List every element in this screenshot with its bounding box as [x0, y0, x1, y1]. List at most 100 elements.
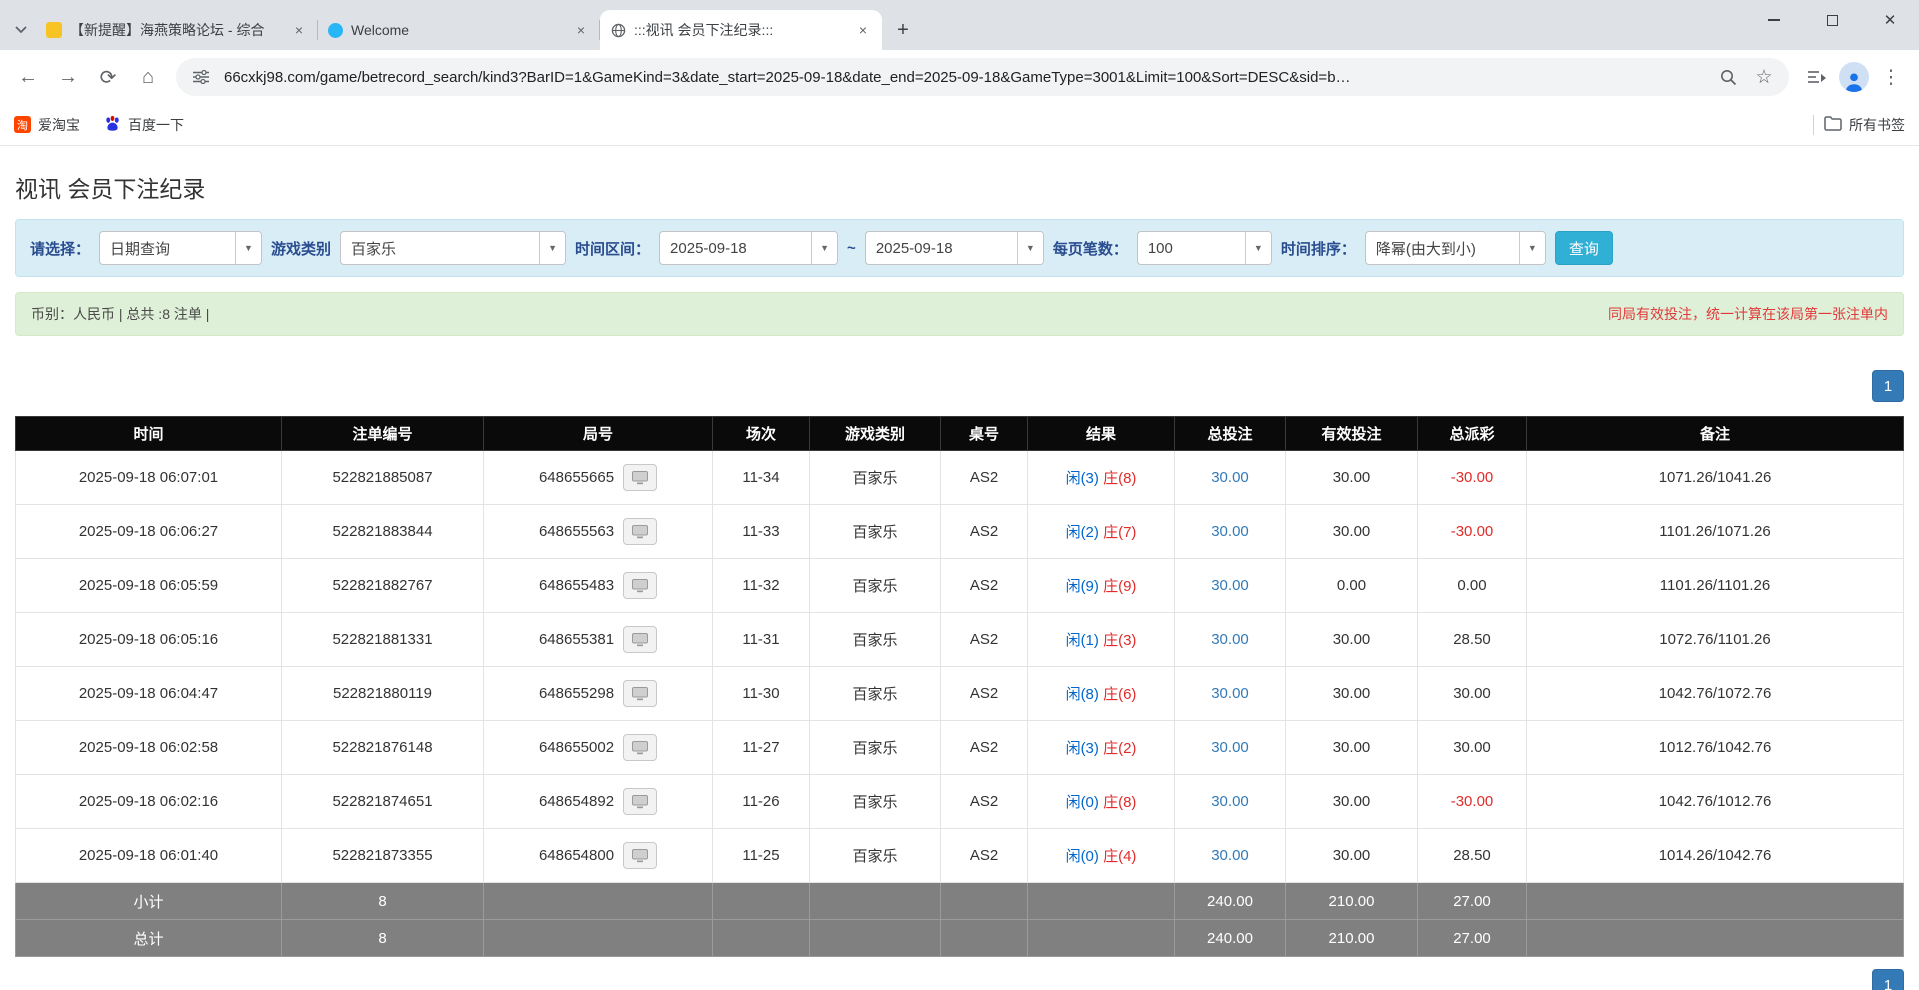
cell-result: 闲(0) 庄(4)	[1028, 829, 1175, 883]
query-type-select[interactable]: 日期查询 ▼	[99, 231, 262, 265]
sort-select[interactable]: 降幂(由大到小) ▼	[1365, 231, 1546, 265]
new-tab-button[interactable]: +	[888, 15, 918, 45]
cell-bet-id: 522821876148	[282, 721, 484, 775]
round-replay-button[interactable]	[623, 518, 657, 545]
cell-round: 648655483	[484, 559, 713, 613]
cell-bet-id: 522821880119	[282, 667, 484, 721]
browser-toolbar: ← → ⟳ ⌂ 66cxkj98.com/game/betrecord_sear…	[0, 50, 1919, 104]
home-button[interactable]: ⌂	[130, 59, 166, 95]
forward-button[interactable]: →	[50, 59, 86, 95]
total-bet-link[interactable]: 30.00	[1211, 631, 1249, 648]
total-bet-link[interactable]: 30.00	[1211, 577, 1249, 594]
cell-valid-bet: 30.00	[1286, 613, 1418, 667]
tab-title: Welcome	[351, 22, 564, 38]
round-replay-button[interactable]	[623, 464, 657, 491]
cell-valid-bet: 30.00	[1286, 829, 1418, 883]
result-player: 闲(1)	[1066, 632, 1099, 649]
browser-menu-button[interactable]: ⋮	[1873, 59, 1909, 95]
round-replay-button[interactable]	[623, 788, 657, 815]
cell-valid-bet: 30.00	[1286, 667, 1418, 721]
cell-round: 648655665	[484, 451, 713, 505]
search-button[interactable]: 查询	[1555, 231, 1613, 265]
tab-close-icon[interactable]: ×	[290, 21, 308, 39]
bet-row: 2025-09-18 06:06:27522821883844648655563…	[16, 505, 1904, 559]
cell-valid-bet: 30.00	[1286, 505, 1418, 559]
column-header-8: 有效投注	[1286, 417, 1418, 451]
round-number: 648655563	[539, 523, 614, 540]
cell-valid-bet: 0.00	[1286, 559, 1418, 613]
cell-bet-id: 522821874651	[282, 775, 484, 829]
per-page-select[interactable]: 100 ▼	[1137, 231, 1272, 265]
total-bet-link[interactable]: 30.00	[1211, 739, 1249, 756]
close-button[interactable]: ✕	[1861, 0, 1919, 40]
total-bet-link[interactable]: 30.00	[1211, 793, 1249, 810]
site-settings-icon[interactable]	[188, 64, 214, 90]
round-replay-button[interactable]	[623, 572, 657, 599]
payout-value: 0.00	[1457, 577, 1486, 594]
cell-total-bet: 30.00	[1175, 613, 1286, 667]
cell-total-bet: 30.00	[1175, 775, 1286, 829]
round-replay-button[interactable]	[623, 734, 657, 761]
cell-time: 2025-09-18 06:01:40	[16, 829, 282, 883]
tab-search-button[interactable]	[6, 10, 36, 50]
tab-close-icon[interactable]: ×	[854, 21, 872, 39]
refresh-button[interactable]: ⟳	[90, 59, 126, 95]
round-number: 648654800	[539, 847, 614, 864]
total-label: 总计	[16, 920, 282, 957]
cell-bet-id: 522821881331	[282, 613, 484, 667]
cell-note: 1072.76/1101.26	[1527, 613, 1904, 667]
zoom-icon[interactable]	[1715, 64, 1741, 90]
payout-value: 28.50	[1453, 847, 1491, 864]
video-icon	[632, 741, 648, 755]
total-row: 总计 8 240.00 210.00 27.00	[16, 920, 1904, 957]
date-start-picker[interactable]: 2025-09-18 ▼	[659, 231, 838, 265]
forum-favicon-icon	[46, 22, 62, 38]
cell-result: 闲(3) 庄(8)	[1028, 451, 1175, 505]
globe-icon	[610, 22, 626, 38]
page-1-button[interactable]: 1	[1872, 969, 1904, 990]
payout-value: 28.50	[1453, 631, 1491, 648]
total-count: 8	[282, 920, 484, 957]
game-type-select[interactable]: 百家乐 ▼	[340, 231, 566, 265]
bet-row: 2025-09-18 06:02:16522821874651648654892…	[16, 775, 1904, 829]
cell-round: 648655298	[484, 667, 713, 721]
bookmark-baidu[interactable]: 百度一下	[104, 115, 184, 135]
total-bet-link[interactable]: 30.00	[1211, 469, 1249, 486]
page-1-button[interactable]: 1	[1872, 370, 1904, 402]
round-replay-button[interactable]	[623, 626, 657, 653]
pagination-bottom: 1	[1872, 969, 1904, 990]
total-bet-link[interactable]: 30.00	[1211, 685, 1249, 702]
back-button[interactable]: ←	[10, 59, 46, 95]
minimize-button[interactable]	[1745, 0, 1803, 40]
maximize-button[interactable]	[1803, 0, 1861, 40]
bookmark-star-icon[interactable]: ☆	[1751, 64, 1777, 90]
all-bookmarks-button[interactable]: 所有书签	[1824, 115, 1905, 135]
tab-welcome[interactable]: Welcome ×	[318, 10, 600, 50]
tab-title: 【新提醒】海燕策略论坛 - 综合	[70, 20, 282, 40]
cell-result: 闲(8) 庄(6)	[1028, 667, 1175, 721]
date-end-picker[interactable]: 2025-09-18 ▼	[865, 231, 1044, 265]
video-icon	[632, 633, 648, 647]
round-replay-button[interactable]	[623, 680, 657, 707]
bookmark-taobao[interactable]: 淘 爱淘宝	[14, 115, 80, 135]
cell-time: 2025-09-18 06:05:16	[16, 613, 282, 667]
tab-close-icon[interactable]: ×	[572, 21, 590, 39]
table-body: 2025-09-18 06:07:01522821885087648655665…	[16, 451, 1904, 883]
tab-forum[interactable]: 【新提醒】海燕策略论坛 - 综合 ×	[36, 10, 318, 50]
column-header-2: 局号	[484, 417, 713, 451]
address-bar[interactable]: 66cxkj98.com/game/betrecord_search/kind3…	[176, 58, 1789, 96]
cell-table-code: AS2	[941, 775, 1028, 829]
url-text[interactable]: 66cxkj98.com/game/betrecord_search/kind3…	[224, 69, 1705, 86]
profile-avatar[interactable]	[1839, 62, 1869, 92]
total-bet-link[interactable]: 30.00	[1211, 523, 1249, 540]
tab-bet-record[interactable]: :::视讯 会员下注纪录::: ×	[600, 10, 882, 50]
round-replay-button[interactable]	[623, 842, 657, 869]
cell-session: 11-25	[713, 829, 810, 883]
total-bet-link[interactable]: 30.00	[1211, 847, 1249, 864]
subtotal-payout: 27.00	[1418, 883, 1527, 920]
cell-session: 11-27	[713, 721, 810, 775]
media-controls-icon[interactable]	[1799, 59, 1835, 95]
result-banker: 庄(6)	[1103, 686, 1136, 703]
column-header-10: 备注	[1527, 417, 1904, 451]
close-icon: ✕	[1884, 11, 1897, 29]
